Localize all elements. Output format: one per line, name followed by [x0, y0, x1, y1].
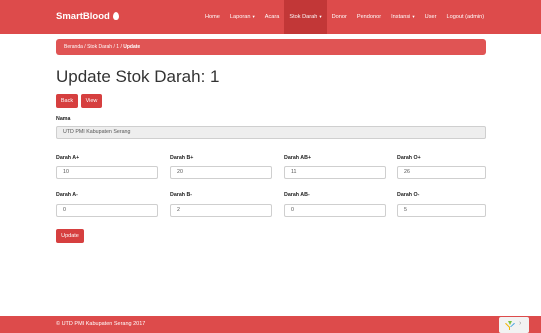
nav-item-instansi[interactable]: Instansi ▾	[386, 0, 420, 34]
darah-b-minus-input[interactable]: 2	[170, 204, 272, 217]
darah-a-plus-input[interactable]: 10	[56, 166, 158, 179]
breadcrumb-stok-darah[interactable]: Stok Darah	[87, 44, 112, 50]
darah-ab-minus-input[interactable]: 0	[284, 204, 386, 217]
field-label: Darah B-	[170, 192, 193, 198]
nav-item-laporan[interactable]: Laporan ▾	[225, 0, 260, 34]
caret-down-icon: ▾	[319, 14, 322, 19]
back-button[interactable]: Back	[56, 94, 78, 108]
breadcrumb-record[interactable]: 1	[116, 44, 119, 50]
nav-item-user[interactable]: User	[420, 0, 442, 34]
nav-item-logout[interactable]: Logout (admin)	[441, 0, 489, 34]
footer-text: © UTD PMI Kabupaten Serang 2017	[56, 321, 146, 327]
darah-a-minus-input[interactable]: 0	[56, 204, 158, 217]
page-title: Update Stok Darah: 1	[56, 67, 220, 86]
darah-ab-plus-input[interactable]: 11	[284, 166, 386, 179]
nav-item-acara[interactable]: Acara	[260, 0, 285, 34]
nav-item-pendonor[interactable]: Pendonor	[352, 0, 386, 34]
navbar: SmartBlood Home Laporan ▾ Acara Stok Dara…	[0, 0, 541, 34]
chevron-right-icon: ›	[519, 320, 522, 327]
brand-label: SmartBlood	[56, 11, 110, 22]
brand[interactable]: SmartBlood	[56, 11, 119, 22]
darah-o-minus-input[interactable]: 5	[397, 204, 486, 217]
nav-item-stok-darah[interactable]: Stok Darah ▾	[284, 0, 327, 34]
view-button[interactable]: View	[81, 94, 102, 108]
field-label: Darah B+	[170, 155, 194, 161]
nav-item-home[interactable]: Home	[200, 0, 225, 34]
nav-item-donor[interactable]: Donor	[327, 0, 352, 34]
field-label: Darah AB+	[284, 155, 312, 161]
breadcrumb: Beranda / Stok Darah / 1 / Update	[56, 39, 486, 55]
field-label: Darah O-	[397, 192, 420, 198]
update-button[interactable]: Update	[56, 229, 84, 243]
darah-o-plus-input[interactable]: 26	[397, 166, 486, 179]
field-label: Darah AB-	[284, 192, 310, 198]
nav-menu: Home Laporan ▾ Acara Stok Darah ▾ Donor Pe…	[200, 0, 489, 34]
widget-icon	[505, 321, 515, 330]
nama-field[interactable]: UTD PMI Kabupaten Serang	[56, 126, 486, 139]
blood-drop-icon	[112, 12, 119, 20]
field-label: Darah A+	[56, 155, 80, 161]
caret-down-icon: ▾	[252, 14, 255, 19]
floating-widget[interactable]: ›	[499, 317, 529, 333]
darah-b-plus-input[interactable]: 20	[170, 166, 272, 179]
field-label: Darah A-	[56, 192, 78, 198]
footer: © UTD PMI Kabupaten Serang 2017	[0, 316, 541, 333]
breadcrumb-current: Update	[123, 44, 141, 50]
field-label: Darah O+	[397, 155, 421, 161]
caret-down-icon: ▾	[412, 14, 415, 19]
breadcrumb-home[interactable]: Beranda	[64, 44, 83, 50]
nama-label: Nama	[56, 116, 71, 122]
